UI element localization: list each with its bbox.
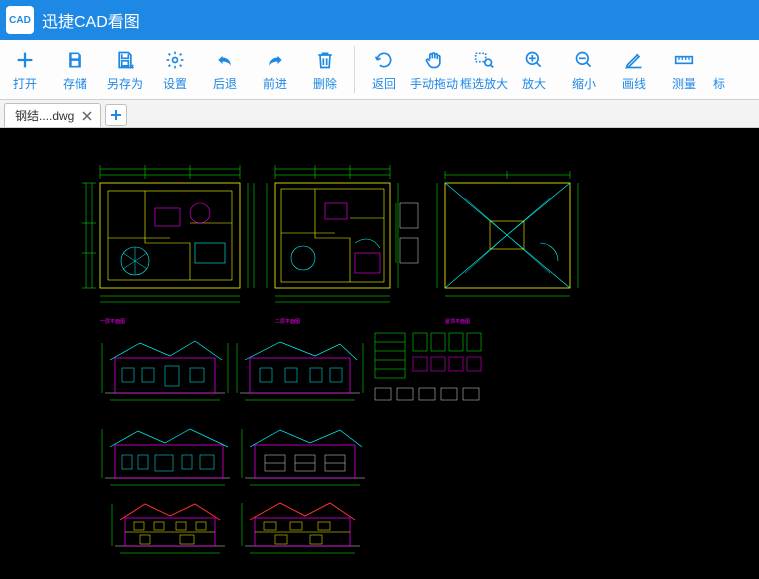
trash-icon (315, 47, 335, 73)
delete-label: 删除 (313, 75, 337, 92)
svg-text:屋顶平面图: 屋顶平面图 (445, 319, 470, 325)
settings-button[interactable]: 设置 (150, 40, 200, 99)
delete-button[interactable]: 删除 (300, 40, 350, 99)
toolbar-group-file: 打开 存储 另存为 设置 后退 前进 删除 (0, 40, 350, 99)
back-button[interactable]: 后退 (200, 40, 250, 99)
return-label: 返回 (372, 75, 396, 92)
add-tab-button[interactable] (105, 104, 127, 126)
plus-icon (14, 47, 36, 73)
return-button[interactable]: 返回 (359, 40, 409, 99)
measure-button[interactable]: 测量 (659, 40, 709, 99)
drawline-label: 画线 (622, 75, 646, 92)
more-button[interactable]: 标 (709, 40, 729, 99)
svg-text:二层平面图: 二层平面图 (275, 319, 300, 325)
forward-label: 前进 (263, 75, 287, 92)
saveas-icon (115, 47, 135, 73)
save-icon (65, 47, 85, 73)
drawing-canvas[interactable]: 一层平面图 二层平面图 (0, 128, 759, 579)
saveas-button[interactable]: 另存为 (100, 40, 150, 99)
return-icon (373, 47, 395, 73)
app-title: 迅捷CAD看图 (42, 8, 140, 32)
zoomwindow-button[interactable]: 框选放大 (459, 40, 509, 99)
save-label: 存储 (63, 75, 87, 92)
more-label: 标 (713, 75, 725, 92)
app-logo: CAD (6, 6, 34, 34)
save-button[interactable]: 存储 (50, 40, 100, 99)
measure-label: 测量 (672, 75, 696, 92)
drawline-button[interactable]: 画线 (609, 40, 659, 99)
close-icon (82, 111, 92, 121)
zoom-in-icon (524, 47, 544, 73)
gear-icon (165, 47, 185, 73)
tab-label: 钢结....dwg (15, 107, 74, 124)
document-tab[interactable]: 钢结....dwg (4, 103, 101, 127)
zoom-out-icon (574, 47, 594, 73)
open-button[interactable]: 打开 (0, 40, 50, 99)
pan-button[interactable]: 手动拖动 (409, 40, 459, 99)
plus-icon (110, 109, 122, 121)
redo-icon (264, 47, 286, 73)
saveas-label: 另存为 (107, 75, 143, 92)
back-label: 后退 (213, 75, 237, 92)
toolbar: 打开 存储 另存为 设置 后退 前进 删除 返回 (0, 40, 759, 100)
undo-icon (214, 47, 236, 73)
zoomin-label: 放大 (522, 75, 546, 92)
zoomin-button[interactable]: 放大 (509, 40, 559, 99)
settings-label: 设置 (163, 75, 187, 92)
zoomout-label: 缩小 (572, 75, 596, 92)
pencil-icon (624, 47, 644, 73)
tab-strip: 钢结....dwg (0, 100, 759, 128)
zoom-window-icon (473, 47, 495, 73)
tab-close-button[interactable] (80, 109, 94, 123)
ruler-icon (673, 47, 695, 73)
open-label: 打开 (13, 75, 37, 92)
zoomwindow-label: 框选放大 (460, 75, 508, 92)
toolbar-group-view: 返回 手动拖动 框选放大 放大 缩小 画线 测量 标 (359, 40, 729, 99)
cad-drawing: 一层平面图 二层平面图 (0, 128, 759, 579)
zoomout-button[interactable]: 缩小 (559, 40, 609, 99)
svg-text:一层平面图: 一层平面图 (100, 319, 125, 325)
pan-label: 手动拖动 (410, 75, 458, 92)
hand-icon (424, 47, 444, 73)
toolbar-separator (354, 46, 355, 93)
forward-button[interactable]: 前进 (250, 40, 300, 99)
app-logo-text: CAD (9, 15, 31, 26)
title-bar: CAD 迅捷CAD看图 (0, 0, 759, 40)
